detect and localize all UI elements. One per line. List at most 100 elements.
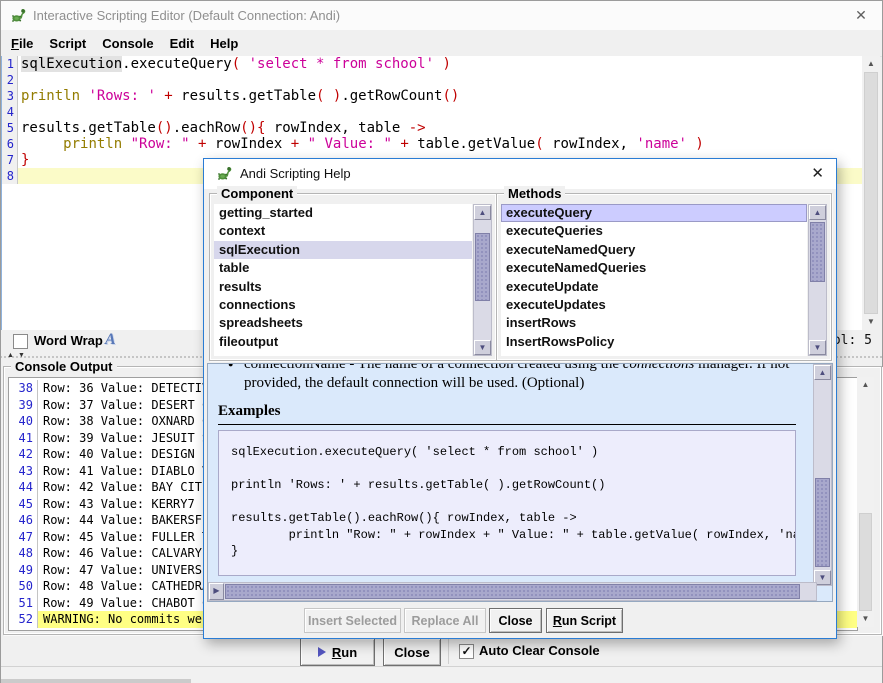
component-list[interactable]: getting_startedcontextsqlExecutiontabler… [214,204,472,356]
console-line-text: Row: 42 Value: BAY CITIES [38,479,224,496]
example-code-line: println "Row: " + rowIndex + " Value: " … [231,527,795,544]
scroll-up-icon[interactable]: ▲ [474,205,491,220]
console-line-number: 40 [9,413,38,430]
scroll-down-icon[interactable]: ▼ [862,314,880,330]
title-bar: Interactive Scripting Editor (Default Co… [1,1,882,30]
console-line-text: Row: 41 Value: DIABLO VAL [38,463,224,480]
menu-item-help[interactable]: Help [202,31,246,56]
method-description-panel: ●connectionName - The name of a connecti… [207,363,833,602]
editor-line: 5results.getTable().eachRow(){ rowIndex,… [2,120,862,136]
dialog-close-icon[interactable]: ✕ [811,159,824,189]
scroll-down-icon[interactable]: ▼ [809,340,826,355]
console-line-number: 42 [9,446,38,463]
editor-scroll-thumb[interactable] [864,72,878,314]
description-hscroll-thumb[interactable] [225,584,800,599]
editor-line-number: 1 [2,56,18,72]
console-line-number: 43 [9,463,38,480]
component-scroll-thumb[interactable] [475,233,490,301]
console-vertical-scrollbar[interactable]: ▲ ▼ [857,377,874,627]
scroll-right-icon[interactable]: ▶ [209,583,224,600]
menu-item-console[interactable]: Console [94,31,161,56]
menu-item-edit[interactable]: Edit [162,31,203,56]
editor-line-code: println "Row: " + rowIndex + " Value: " … [18,136,862,152]
editor-line-number: 6 [2,136,18,152]
parameter-description: ●connectionName - The name of a connecti… [214,363,810,374]
list-item-getting_started[interactable]: getting_started [214,204,472,222]
menu-item-file[interactable]: File [3,31,41,56]
editor-line: 2 [2,72,862,88]
parameter-description-cont: provided, the default connection will be… [214,374,810,393]
window-title: Interactive Scripting Editor (Default Co… [33,1,340,30]
list-item-fileoutput[interactable]: fileoutput [214,333,472,351]
list-item-insertRows[interactable]: insertRows [501,314,807,332]
list-item-InsertRowsPolicy[interactable]: InsertRowsPolicy [501,333,807,351]
example-code-line: println 'Rows: ' + results.getTable( ).g… [231,477,795,494]
example-code-line [231,461,795,478]
dialog-button-close[interactable]: Close [489,608,542,633]
editor-line: 1sqlExecution.executeQuery( 'select * fr… [2,56,862,72]
auto-clear-checkbox[interactable]: ✓ [459,644,474,659]
list-item-context[interactable]: context [214,222,472,240]
list-item-sqlExecution[interactable]: sqlExecution [214,241,472,259]
scroll-up-icon[interactable]: ▲ [857,377,874,393]
editor-vertical-scrollbar[interactable]: ▲ ▼ [862,56,880,330]
console-line-number: 50 [9,578,38,595]
list-item-executeQueries[interactable]: executeQueries [501,222,807,240]
word-wrap-checkbox[interactable] [13,334,28,349]
console-group-title: Console Output [11,359,117,374]
list-item-executeQuery[interactable]: executeQuery [501,204,807,222]
console-line-text: Row: 46 Value: CALVARY CH [38,545,224,562]
scroll-up-icon[interactable]: ▲ [862,56,880,72]
list-item-executeNamedQuery[interactable]: executeNamedQuery [501,241,807,259]
list-item-spreadsheets[interactable]: spreadsheets [214,314,472,332]
editor-line: 4 [2,104,862,120]
run-button-label: Run [332,645,357,660]
scroll-down-icon[interactable]: ▼ [857,611,874,627]
console-line-text: Row: 36 Value: DETECTIVE [38,380,216,397]
description-vertical-scrollbar[interactable]: ▲ ▼ [813,364,832,586]
editor-line-number: 7 [2,152,18,168]
description-text: ●connectionName - The name of a connecti… [214,363,810,576]
menu-item-script[interactable]: Script [41,31,94,56]
example-code-line [231,494,795,511]
component-scrollbar[interactable]: ▲ ▼ [473,204,492,356]
editor-line-code: sqlExecution.executeQuery( 'select * fro… [18,56,862,72]
font-chooser-icon[interactable]: A [105,331,116,349]
description-horizontal-scrollbar[interactable]: ◀ ▶ [208,582,817,601]
list-item-table[interactable]: table [214,259,472,277]
description-scroll-thumb[interactable] [815,478,830,567]
window-close-icon[interactable]: ✕ [840,1,882,30]
console-line-number: 44 [9,479,38,496]
list-item-connections[interactable]: connections [214,296,472,314]
scroll-down-icon[interactable]: ▼ [474,340,491,355]
close-button-label: Close [394,645,429,660]
run-button[interactable]: Run [300,638,375,666]
editor-line-number: 2 [2,72,18,88]
bullet-icon: ● [228,363,233,374]
examples-heading: Examples [218,402,796,425]
scroll-up-icon[interactable]: ▲ [814,365,831,380]
console-line-text: Row: 47 Value: UNIVERSITY [38,562,224,579]
console-line-text: Row: 40 Value: DESIGN INS [38,446,224,463]
scroll-up-icon[interactable]: ▲ [809,205,826,220]
list-item-executeNamedQueries[interactable]: executeNamedQueries [501,259,807,277]
console-line-text: Row: 38 Value: OXNARD COL [38,413,224,430]
word-wrap-label: Word Wrap [34,330,103,352]
editor-line-number: 5 [2,120,18,136]
close-button[interactable]: Close [383,638,441,666]
list-item-executeUpdates[interactable]: executeUpdates [501,296,807,314]
list-item-executeUpdate[interactable]: executeUpdate [501,278,807,296]
methods-list[interactable]: executeQueryexecuteQueriesexecuteNamedQu… [501,204,807,356]
menu-bar: FileScriptConsoleEditHelp [1,30,882,57]
toolbar-separator [448,637,449,664]
console-line-number: 48 [9,545,38,562]
console-scroll-thumb[interactable] [859,513,872,611]
methods-group-title: Methods [504,186,565,201]
play-icon [318,647,326,657]
dialog-button-replace-all: Replace All [404,608,486,633]
list-item-results[interactable]: results [214,278,472,296]
methods-scrollbar[interactable]: ▲ ▼ [808,204,827,356]
methods-scroll-thumb[interactable] [810,222,825,282]
console-line-number: 46 [9,512,38,529]
dialog-button-run-script[interactable]: Run Script [546,608,623,633]
